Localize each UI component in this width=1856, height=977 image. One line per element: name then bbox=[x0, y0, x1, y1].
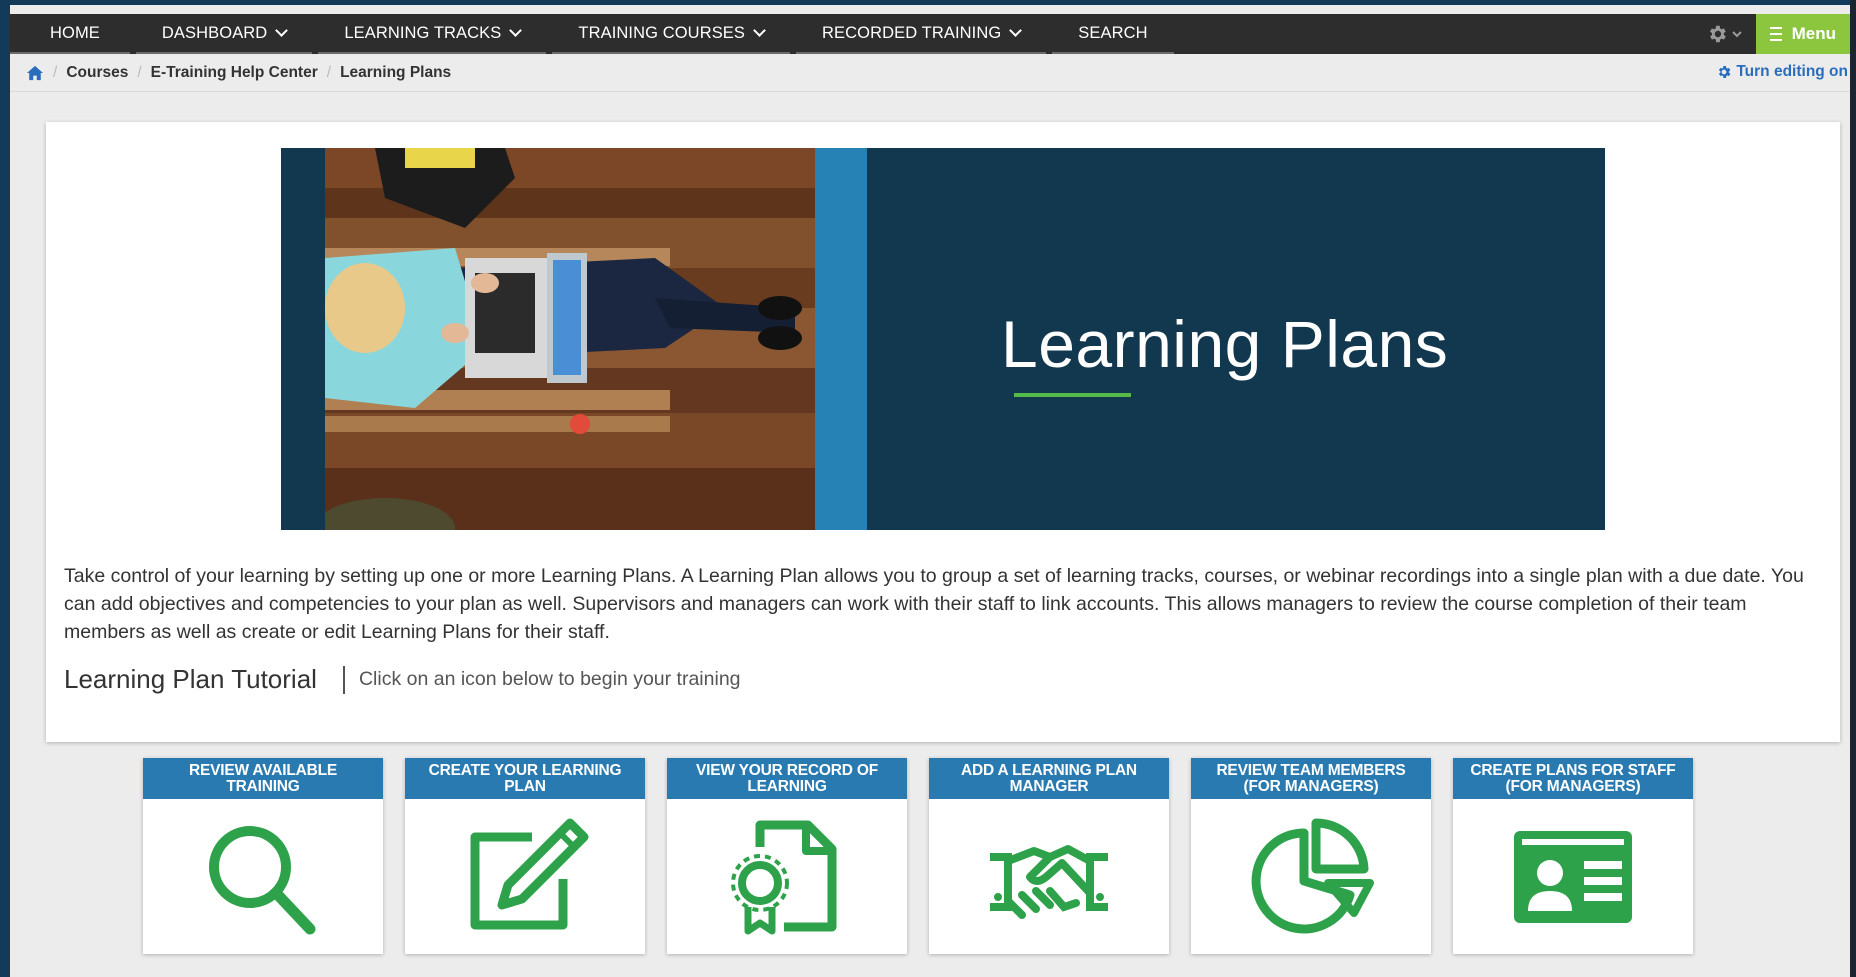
breadcrumb: / Courses / E-Training Help Center / Lea… bbox=[10, 56, 1850, 90]
menu-button-label: Menu bbox=[1791, 24, 1836, 43]
chevron-down-icon bbox=[1732, 31, 1742, 38]
breadcrumb-separator: / bbox=[53, 64, 58, 81]
nav-dashboard[interactable]: DASHBOARD bbox=[135, 14, 313, 54]
tile-icon-wrap bbox=[1191, 799, 1431, 954]
window-frame-top bbox=[0, 0, 1856, 5]
tile-icon-wrap bbox=[143, 799, 383, 954]
breadcrumb-divider bbox=[10, 91, 1850, 92]
pie-chart-icon bbox=[1251, 817, 1374, 933]
tutorial-heading-row: Learning Plan Tutorial Click on an icon … bbox=[64, 664, 741, 695]
tile-header: Create Plans for Staff (for Managers) bbox=[1453, 758, 1693, 799]
nav-learning-tracks-label: LEARNING TRACKS bbox=[344, 23, 502, 42]
settings-dropdown[interactable] bbox=[1692, 14, 1756, 54]
nav-recorded-training-label: RECORDED TRAINING bbox=[822, 23, 1002, 42]
tile-header: Add a Learning Plan Manager bbox=[929, 758, 1169, 799]
tile-header: Review Available Training bbox=[143, 758, 383, 799]
nav-home-label: HOME bbox=[50, 23, 100, 42]
breadcrumb-courses[interactable]: Courses bbox=[66, 64, 128, 82]
hamburger-icon bbox=[1770, 27, 1782, 41]
banner-title: Learning Plans bbox=[1001, 307, 1449, 381]
nav-training-courses[interactable]: TRAINING COURSES bbox=[552, 14, 791, 54]
banner-photo-woman-laptop bbox=[325, 148, 815, 530]
banner-title-underline bbox=[1014, 393, 1131, 397]
breadcrumb-separator: / bbox=[137, 64, 142, 81]
nav-dashboard-label: DASHBOARD bbox=[161, 23, 268, 42]
breadcrumb-learning-plans[interactable]: Learning Plans bbox=[340, 64, 451, 82]
tile-add-learning-plan-manager[interactable]: Add a Learning Plan Manager bbox=[929, 758, 1169, 954]
turn-editing-label: Turn editing on bbox=[1736, 63, 1848, 80]
tile-create-learning-plan[interactable]: Create Your Learning Plan bbox=[405, 758, 645, 954]
window-frame-left bbox=[0, 0, 10, 977]
intro-paragraph: Take control of your learning by setting… bbox=[64, 565, 1804, 643]
window-frame-right bbox=[1850, 0, 1856, 977]
nav-home[interactable]: HOME bbox=[10, 14, 130, 54]
tile-icon-wrap bbox=[667, 799, 907, 954]
chevron-down-icon bbox=[753, 24, 766, 37]
nav-learning-tracks[interactable]: LEARNING TRACKS bbox=[318, 14, 547, 54]
nav-search-label: SEARCH bbox=[1078, 23, 1148, 42]
home-icon[interactable] bbox=[26, 65, 44, 81]
main-content-card: Learning Plans Take control of your lear… bbox=[46, 122, 1840, 742]
tutorial-title: Learning Plan Tutorial bbox=[64, 664, 317, 694]
tile-header: Create Your Learning Plan bbox=[405, 758, 645, 799]
tile-header: View Your Record of Learning bbox=[667, 758, 907, 799]
tile-icon-wrap bbox=[405, 799, 645, 954]
nav-recorded-training[interactable]: RECORDED TRAINING bbox=[796, 14, 1047, 54]
tile-create-plans-for-staff[interactable]: Create Plans for Staff (for Managers) bbox=[1453, 758, 1693, 954]
tile-review-team-members[interactable]: Review Team Members (for Managers) bbox=[1191, 758, 1431, 954]
menu-button[interactable]: Menu bbox=[1756, 14, 1850, 54]
certificate-icon bbox=[731, 820, 837, 934]
tutorial-separator bbox=[342, 665, 345, 694]
gear-icon bbox=[1719, 66, 1731, 78]
top-navbar: HOME DASHBOARD LEARNING TRACKS TRAINING … bbox=[10, 14, 1850, 54]
tile-icon-wrap bbox=[1453, 799, 1693, 954]
id-card-icon bbox=[1514, 830, 1632, 923]
chevron-down-icon bbox=[275, 24, 289, 37]
turn-editing-on-link[interactable]: Turn editing on bbox=[1716, 63, 1848, 81]
tile-view-record-of-learning[interactable]: View Your Record of Learning bbox=[667, 758, 907, 954]
breadcrumb-help-center[interactable]: E-Training Help Center bbox=[151, 64, 318, 82]
chevron-down-icon bbox=[1009, 24, 1023, 37]
tutorial-subtitle: Click on an icon below to begin your tra… bbox=[358, 668, 741, 690]
nav-training-courses-label: TRAINING COURSES bbox=[578, 23, 746, 42]
gear-icon bbox=[1710, 25, 1726, 43]
search-icon bbox=[209, 825, 316, 934]
edit-icon bbox=[470, 818, 589, 929]
tutorial-tiles: Review Available Training Create Your Le… bbox=[143, 758, 1693, 954]
chevron-down-icon bbox=[509, 24, 523, 37]
tile-review-available-training[interactable]: Review Available Training bbox=[143, 758, 383, 954]
tile-header: Review Team Members (for Managers) bbox=[1191, 758, 1431, 799]
nav-search[interactable]: SEARCH bbox=[1052, 14, 1174, 54]
breadcrumb-separator: / bbox=[326, 64, 332, 81]
banner-accent-stripe bbox=[815, 148, 867, 530]
handshake-icon bbox=[990, 844, 1108, 919]
tile-icon-wrap bbox=[929, 799, 1169, 954]
learning-plans-banner: Learning Plans bbox=[281, 148, 1605, 530]
